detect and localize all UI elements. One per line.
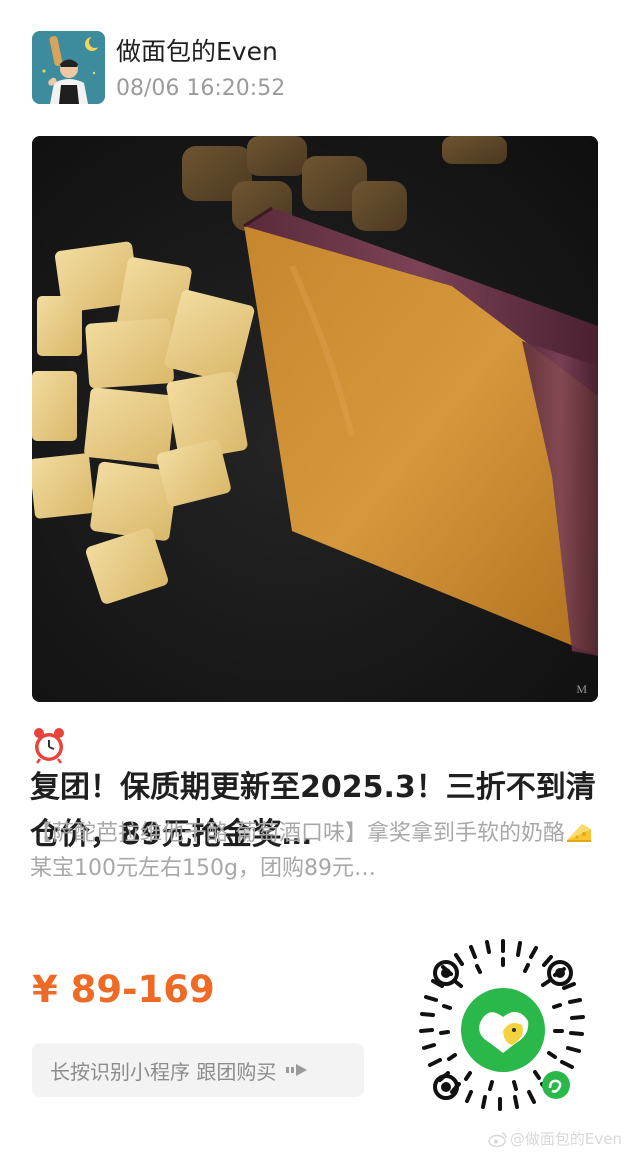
author-name[interactable]: 做面包的Even: [116, 35, 278, 69]
watermark-text: @做面包的Even: [509, 1130, 622, 1148]
avatar-image: [32, 31, 105, 104]
author-avatar[interactable]: [32, 31, 105, 104]
buy-via-mini-program-button[interactable]: 长按识别小程序 跟团购买: [32, 1043, 364, 1097]
weibo-icon: [488, 1132, 507, 1147]
product-image[interactable]: M: [32, 136, 598, 702]
product-description[interactable]: 【萨酡芭拉维他干酪 葡萄酒口味】拿奖拿到手软的奶酪 某宝100元左右150g，团…: [30, 816, 600, 886]
svg-text:M: M: [576, 682, 587, 696]
description-text-end: 某宝100元左右150g，团购89元…: [30, 856, 376, 881]
price-range: ¥ 89-169: [32, 968, 215, 1011]
alarm-clock-icon: [34, 728, 64, 764]
post-timestamp: 08/06 16:20:52: [116, 76, 286, 101]
weibo-watermark: @做面包的Even: [488, 1128, 622, 1150]
description-text-start: 【萨酡芭拉维他干酪 葡萄酒口味】拿奖拿到手软的奶酪: [30, 821, 565, 846]
button-label: 长按识别小程序 跟团购买: [50, 1059, 277, 1084]
mini-program-qr-code[interactable]: [408, 935, 598, 1125]
cheese-emoji-icon: [567, 824, 591, 842]
arrow-right-icon: [286, 1064, 308, 1076]
qr-code-icon: [408, 935, 598, 1125]
cheese-photo-icon: M: [32, 136, 598, 702]
